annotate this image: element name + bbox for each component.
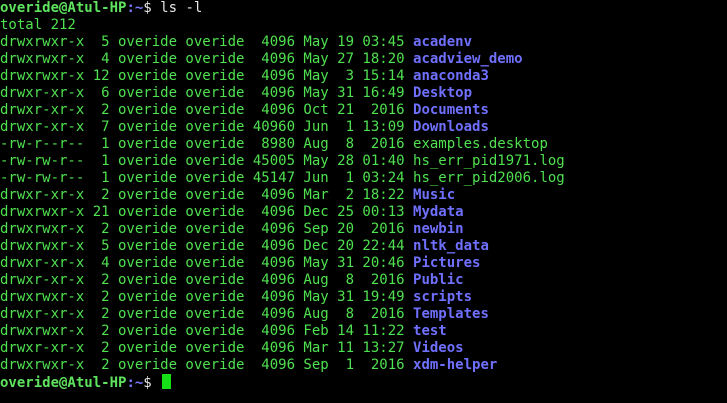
entry-metadata: drwxr-xr-x 2 overide overide 4096 Aug 8 … [0,272,414,288]
directory-name: Templates [413,306,489,322]
listing-row: drwxr-xr-x 2 overide overide 4096 Aug 8 … [0,272,727,289]
listing-row: drwxrwxr-x 2 overide overide 4096 Sep 20… [0,221,727,238]
directory-name: Desktop [413,85,473,101]
prompt-path: :~ [126,375,144,391]
entry-metadata: drwxrwxr-x 2 overide overide 4096 May 31… [0,289,414,305]
entry-metadata: drwxrwxr-x 12 overide overide 4096 May 3… [0,68,414,84]
listing-row: -rw-r--r-- 1 overide overide 8980 Aug 8 … [0,136,727,153]
file-name: hs_err_pid1971.log [413,153,565,169]
entry-metadata: drwxr-xr-x 4 overide overide 4096 May 31… [0,255,414,271]
prompt-symbol: $ [143,375,161,391]
directory-name: Videos [413,340,464,356]
entry-metadata: drwxrwxr-x 2 overide overide 4096 Sep 1 … [0,357,414,373]
listing-row: -rw-rw-r-- 1 overide overide 45005 May 2… [0,153,727,170]
entry-metadata: drwxrwxr-x 2 overide overide 4096 Feb 14… [0,323,414,339]
listing-row: drwxrwxr-x 2 overide overide 4096 Sep 1 … [0,357,727,374]
input-prompt-line[interactable]: overide@Atul-HP:~$ [0,374,727,391]
directory-name: nltk_data [413,238,489,254]
entry-metadata: drwxr-xr-x 6 overide overide 4096 May 31… [0,85,414,101]
listing-row: -rw-rw-r-- 1 overide overide 45147 Jun 1… [0,170,727,187]
directory-name: Downloads [413,119,489,135]
listing-row: drwxr-xr-x 6 overide overide 4096 May 31… [0,85,727,102]
prompt-user-host: overide@Atul-HP [0,375,127,391]
listing-row: drwxr-xr-x 2 overide overide 4096 Aug 8 … [0,306,727,323]
directory-name: xdm-helper [413,357,498,373]
file-name: hs_err_pid2006.log [413,170,565,186]
listing-row: drwxrwxr-x 4 overide overide 4096 May 27… [0,51,727,68]
listing-row: drwxr-xr-x 2 overide overide 4096 Oct 21… [0,102,727,119]
entry-metadata: drwxr-xr-x 2 overide overide 4096 Mar 2 … [0,187,414,203]
prompt-user-host: overide@Atul-HP [0,0,127,16]
directory-name: Documents [413,102,489,118]
entry-metadata: -rw-rw-r-- 1 overide overide 45147 Jun 1… [0,170,414,186]
entry-metadata: -rw-rw-r-- 1 overide overide 45005 May 2… [0,153,414,169]
prompt-symbol: $ [143,0,161,16]
prompt-path: :~ [126,0,144,16]
directory-name: Public [413,272,464,288]
directory-name: acadview_demo [413,51,523,67]
entry-metadata: drwxrwxr-x 5 overide overide 4096 Dec 20… [0,238,414,254]
entry-metadata: drwxrwxr-x 5 overide overide 4096 May 19… [0,34,414,50]
directory-name: newbin [413,221,464,237]
directory-name: test [413,323,447,339]
text-cursor [162,374,172,389]
directory-name: Mydata [413,204,464,220]
listing-row: drwxrwxr-x 2 overide overide 4096 Feb 14… [0,323,727,340]
entry-metadata: drwxr-xr-x 7 overide overide 40960 Jun 1… [0,119,414,135]
listing-row: drwxrwxr-x 2 overide overide 4096 May 31… [0,289,727,306]
listing-row: drwxr-xr-x 2 overide overide 4096 Mar 11… [0,340,727,357]
command-line: overide@Atul-HP:~$ ls -l [0,0,727,17]
entry-metadata: drwxrwxr-x 21 overide overide 4096 Dec 2… [0,204,414,220]
entry-metadata: drwxr-xr-x 2 overide overide 4096 Mar 11… [0,340,414,356]
total-line: total 212 [0,17,76,33]
terminal-window[interactable]: overide@Atul-HP:~$ ls -l total 212 drwxr… [0,0,727,403]
file-name: examples.desktop [413,136,548,152]
listing-row: drwxrwxr-x 5 overide overide 4096 May 19… [0,34,727,51]
command-text: ls -l [160,0,203,16]
listing-row: drwxr-xr-x 2 overide overide 4096 Mar 2 … [0,187,727,204]
listing-row: drwxrwxr-x 12 overide overide 4096 May 3… [0,68,727,85]
directory-name: Music [413,187,456,203]
listing-row: drwxr-xr-x 7 overide overide 40960 Jun 1… [0,119,727,136]
listing-row: drwxr-xr-x 4 overide overide 4096 May 31… [0,255,727,272]
entry-metadata: drwxr-xr-x 2 overide overide 4096 Oct 21… [0,102,414,118]
directory-listing: drwxrwxr-x 5 overide overide 4096 May 19… [0,34,727,374]
entry-metadata: drwxrwxr-x 2 overide overide 4096 Sep 20… [0,221,414,237]
entry-metadata: drwxr-xr-x 2 overide overide 4096 Aug 8 … [0,306,414,322]
listing-row: drwxrwxr-x 21 overide overide 4096 Dec 2… [0,204,727,221]
entry-metadata: -rw-r--r-- 1 overide overide 8980 Aug 8 … [0,136,414,152]
directory-name: anaconda3 [413,68,489,84]
entry-metadata: drwxrwxr-x 4 overide overide 4096 May 27… [0,51,414,67]
directory-name: scripts [413,289,473,305]
directory-name: acadenv [413,34,473,50]
directory-name: Pictures [413,255,481,271]
listing-row: drwxrwxr-x 5 overide overide 4096 Dec 20… [0,238,727,255]
